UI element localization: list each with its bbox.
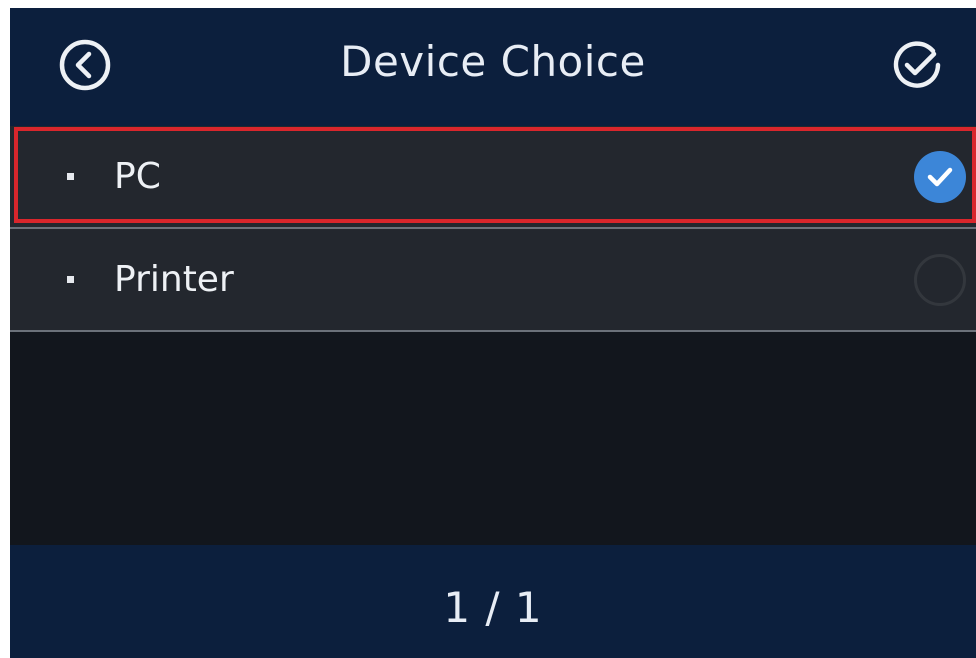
radio-selected-icon[interactable] (914, 150, 966, 203)
device-choice-screen: Device Choice PC Printer 1 / 1 (10, 8, 976, 658)
header-bar: Device Choice (10, 8, 976, 126)
list-item-pc[interactable]: PC (10, 126, 976, 229)
page-title: Device Choice (340, 37, 646, 86)
bullet-icon (67, 275, 74, 283)
page-indicator: 1 / 1 (443, 583, 543, 632)
device-list: PC Printer (10, 126, 976, 332)
list-item-label: PC (114, 156, 161, 197)
check-circle-icon (893, 41, 941, 88)
list-item-label: Printer (114, 259, 234, 300)
radio-unselected-icon[interactable] (914, 253, 966, 306)
list-item-printer[interactable]: Printer (10, 229, 976, 332)
footer-bar: 1 / 1 (10, 545, 976, 658)
bullet-icon (67, 172, 74, 180)
confirm-button[interactable] (888, 36, 946, 94)
